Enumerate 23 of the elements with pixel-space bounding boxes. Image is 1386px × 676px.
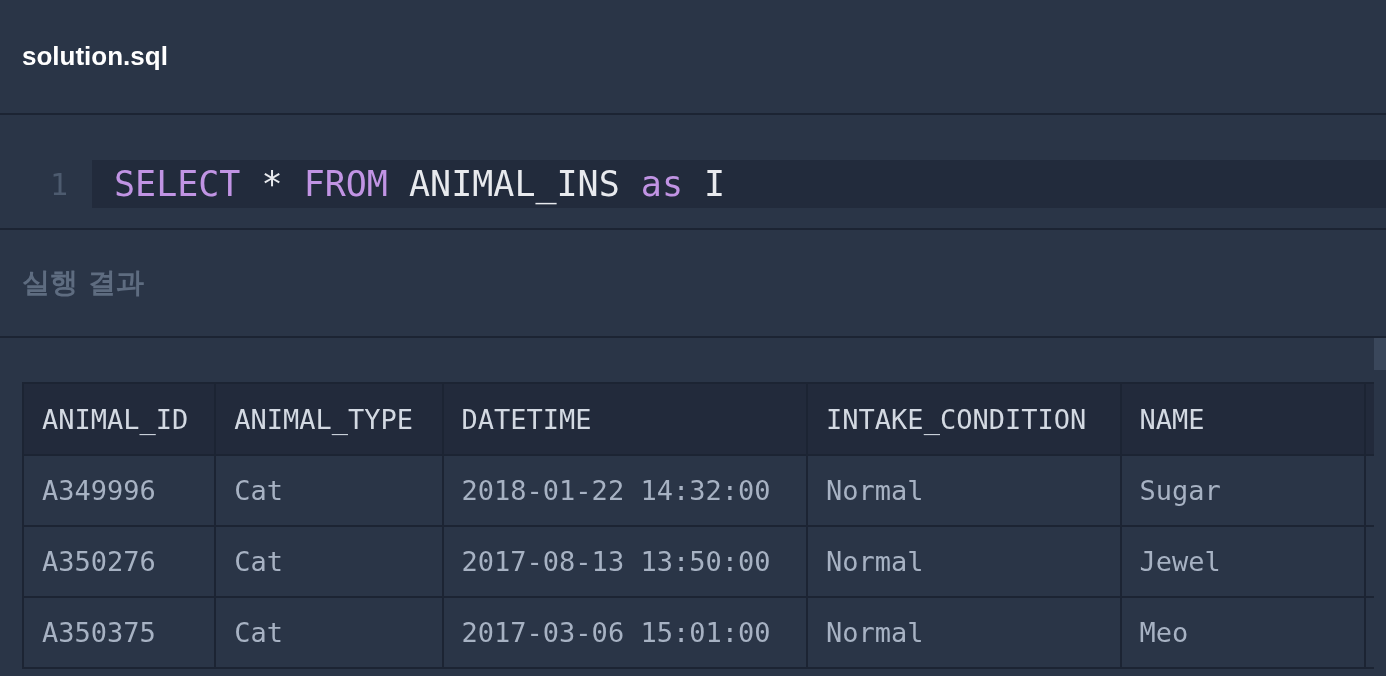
table-cell: A350375 [23,597,216,668]
table-cell: Normal [807,526,1121,597]
table-cell: Normal [807,455,1121,526]
column-header: INTAKE_CONDITION [807,383,1121,455]
table-cell: Cat [215,455,443,526]
table-cell: Jewel [1120,526,1365,597]
table-cell: Sugar [1120,455,1365,526]
table-cell: 2017-03-06 15:01:00 [442,597,808,668]
file-name: solution.sql [22,41,168,72]
table-cell: Meo [1120,597,1365,668]
results-heading: 실행 결과 [22,265,144,301]
column-header: ANIMAL_TYPE [215,383,443,455]
table-cell: 2018-01-22 14:32:00 [442,455,808,526]
column-header: ANIMAL_ID [23,383,216,455]
table-cell: Normal [807,597,1121,668]
column-header: NAME [1120,383,1365,455]
table-cell: A349996 [23,455,216,526]
table-cell: A350276 [23,526,216,597]
table-cell: Cat [215,597,443,668]
table-cell: 2017-08-13 13:50:00 [442,526,808,597]
scrollbar-thumb[interactable] [1374,338,1386,370]
table-cell: Cat [215,526,443,597]
column-header: DATETIME [442,383,808,455]
